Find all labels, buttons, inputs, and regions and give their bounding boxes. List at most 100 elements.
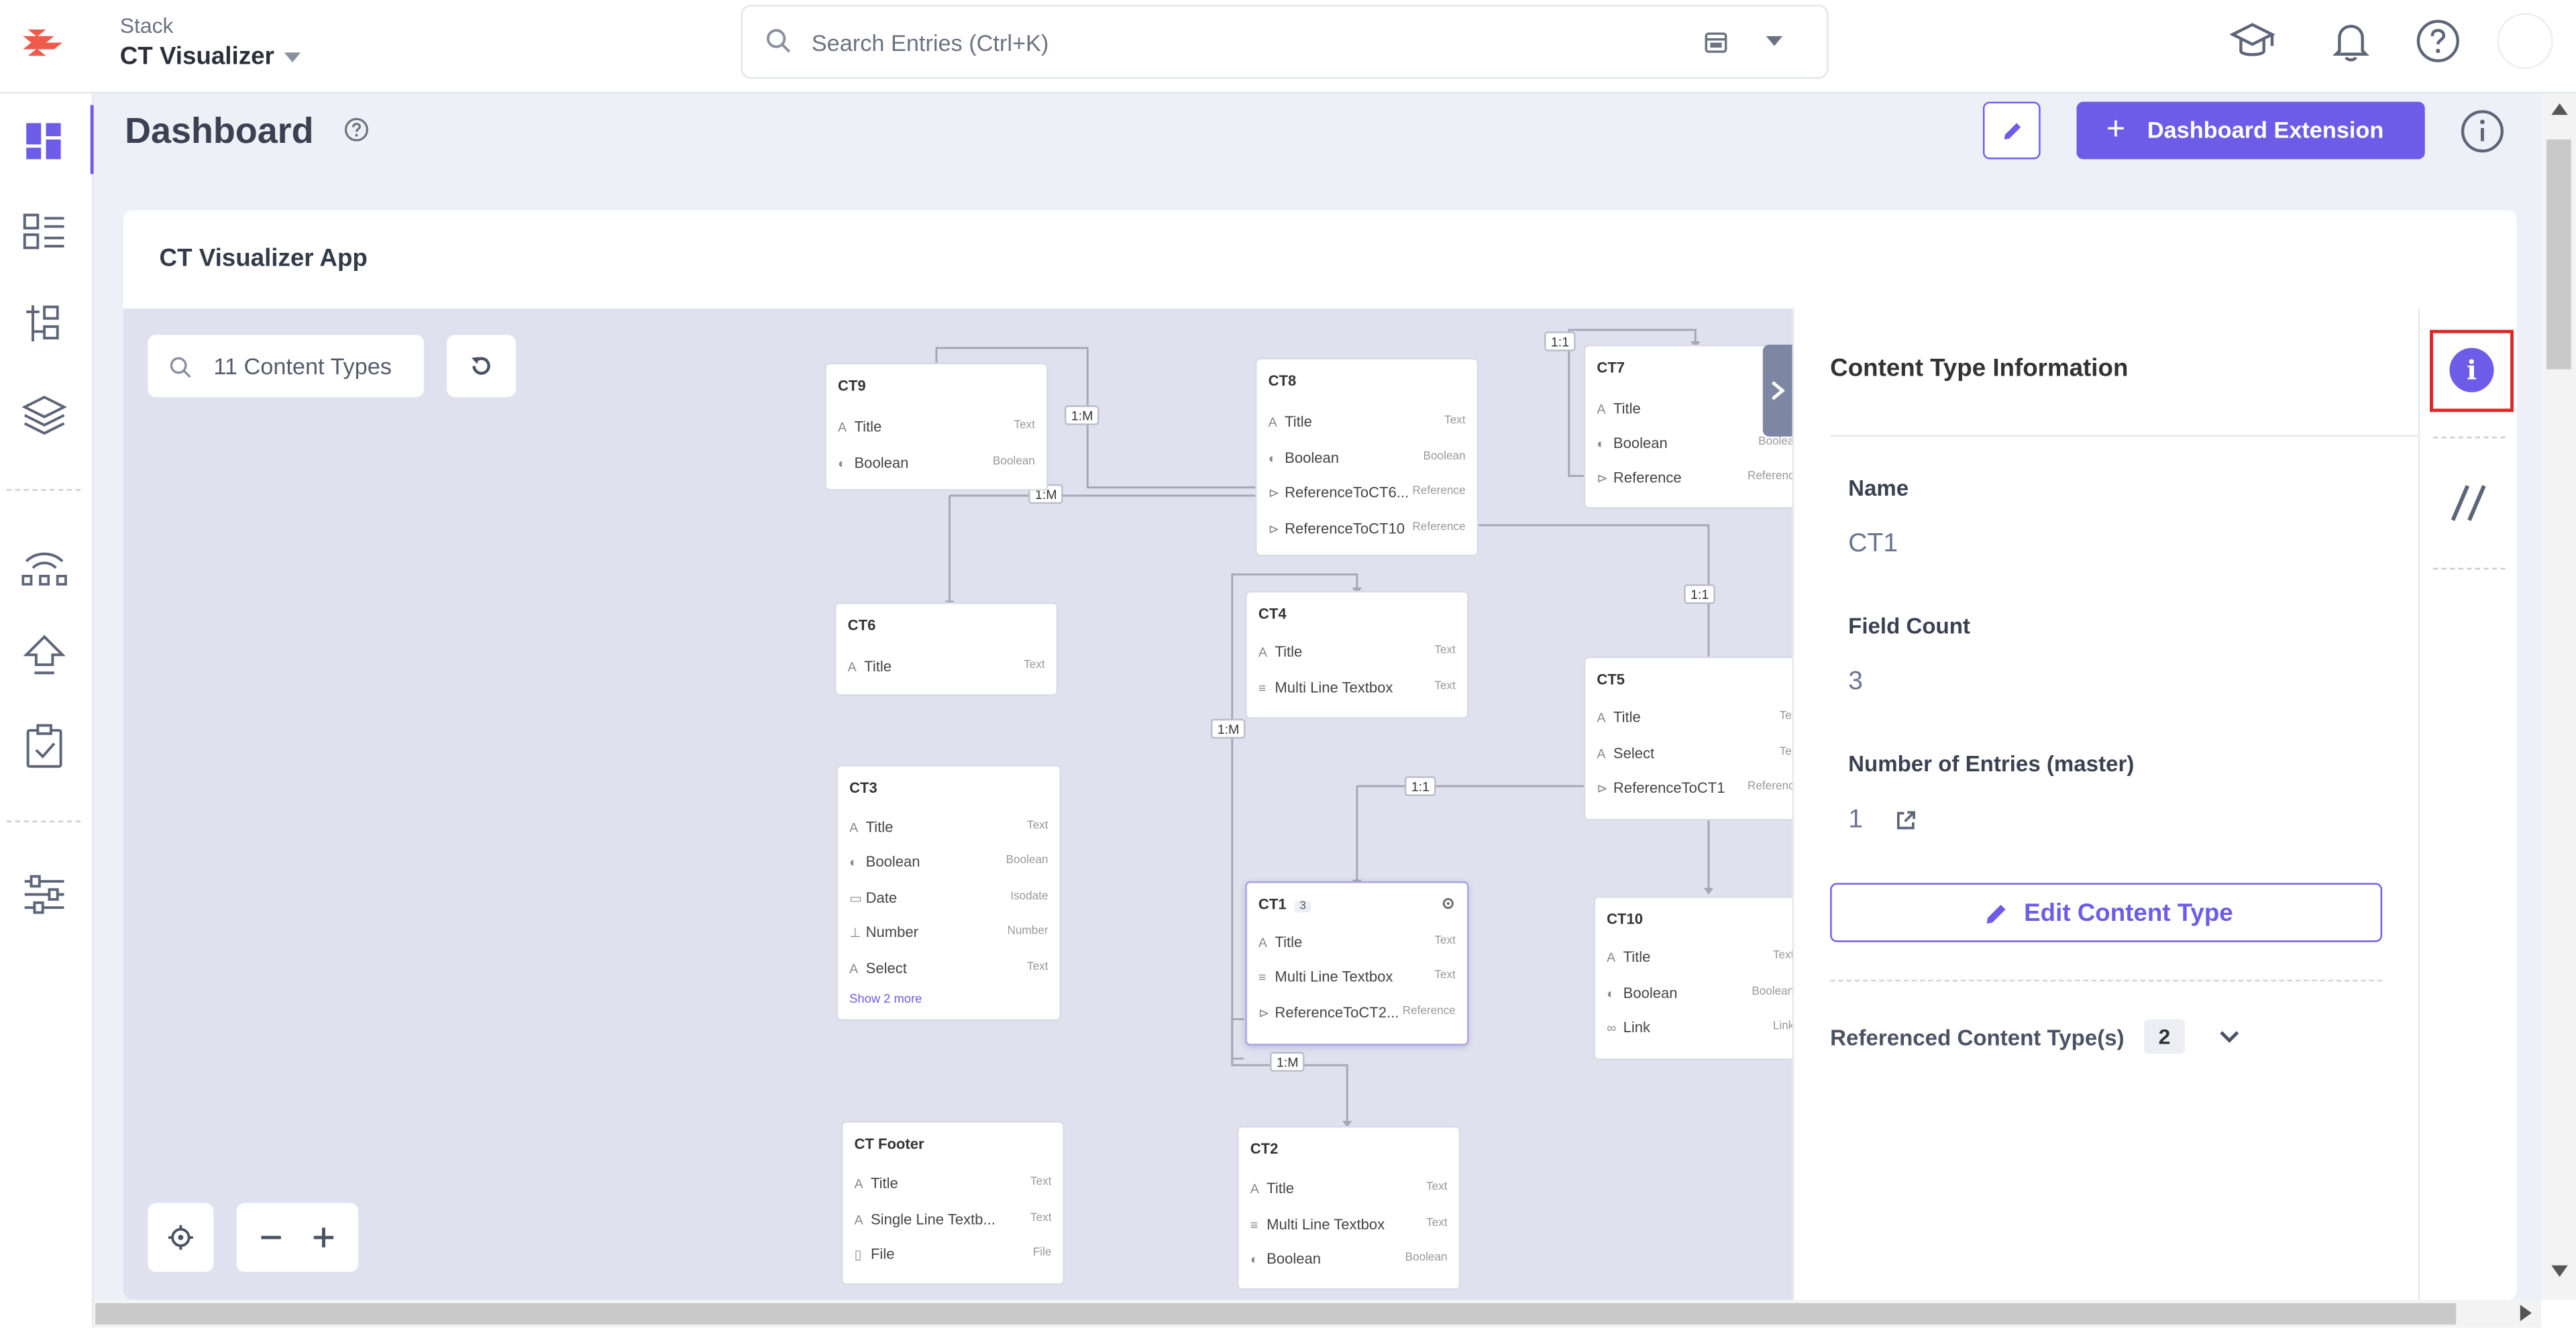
- external-link-icon[interactable]: [1894, 809, 1917, 832]
- edge-label: 1:1: [1404, 776, 1436, 796]
- app-card: CT Visualizer App 1:M 1:M 1:1 1:1 1:M 1:…: [123, 210, 2517, 1301]
- node-ct7[interactable]: CT7 ATitleText ◐BooleanBoolean ⊳Referenc…: [1583, 344, 1792, 509]
- edge-label: 1:M: [1064, 405, 1100, 425]
- chevron-down-icon[interactable]: [2218, 1029, 2241, 1045]
- node-title: CT1 3: [1258, 896, 1311, 913]
- zoom-out-icon[interactable]: [258, 1226, 284, 1249]
- referenced-count-badge: 2: [2143, 1019, 2186, 1054]
- edit-dashboard-button[interactable]: [1982, 101, 2041, 160]
- refresh-icon: [471, 357, 490, 375]
- info-icon[interactable]: [2459, 109, 2506, 155]
- scroll-down-arrow-icon[interactable]: [2551, 1265, 2568, 1277]
- zoom-in-icon[interactable]: [311, 1226, 337, 1249]
- node-ct2[interactable]: CT2 A Title Text ≡ Multi Line Textbox Text ◐…: [1237, 1125, 1461, 1290]
- edge-label: 1:M: [1210, 718, 1246, 739]
- info-tab-button[interactable]: i: [2430, 329, 2514, 412]
- global-search[interactable]: Search Entries (Ctrl+K): [741, 5, 1829, 79]
- node-field: ⊳ ReferenceToCT6... Reference: [1268, 484, 1466, 501]
- horizontal-scrollbar[interactable]: [93, 1300, 2542, 1328]
- edit-content-type-button[interactable]: Edit Content Type: [1830, 883, 2383, 942]
- layers-icon[interactable]: [16, 387, 72, 443]
- page-title: Dashboard: [125, 109, 314, 152]
- entries-icon[interactable]: [16, 203, 72, 259]
- stack-selector[interactable]: CT Visualizer: [119, 42, 301, 71]
- panel-divider: [1830, 435, 2418, 437]
- node-field: ◐BooleanBoolean: [1250, 1250, 1448, 1268]
- publish-icon[interactable]: [16, 628, 72, 684]
- node-ct6[interactable]: CT6 A Title Text: [835, 602, 1059, 696]
- calendar-icon[interactable]: [1704, 30, 1729, 54]
- reset-view-button[interactable]: [447, 335, 516, 398]
- avatar[interactable]: [2497, 13, 2553, 69]
- content-type-count: 11 Content Types: [213, 353, 392, 380]
- node-ct3[interactable]: CT3 A Title Text ◐ Boolean Boolean ▭ Date Isod…: [836, 765, 1062, 1021]
- node-field: ⊳ReferenceReference: [1597, 469, 1792, 486]
- help-icon[interactable]: [2414, 16, 2463, 65]
- search-icon: [170, 357, 191, 378]
- search-icon: [766, 29, 791, 53]
- content-type-search[interactable]: 11 Content Types: [148, 335, 424, 398]
- diagram-canvas[interactable]: 1:M 1:M 1:1 1:1 1:M 1:1 1:M CT9 A Title Te…: [123, 309, 1792, 1301]
- scroll-up-arrow-icon[interactable]: [2551, 103, 2568, 115]
- node-field: ≡ Multi Line Textbox Text: [1258, 679, 1456, 696]
- vertical-scroll-thumb[interactable]: [2546, 139, 2571, 370]
- node-ct4[interactable]: CT4 A Title Text ≡ Multi Line Textbox Text: [1245, 590, 1469, 719]
- card-title: CT Visualizer App: [159, 244, 368, 273]
- app-logo[interactable]: [19, 19, 66, 66]
- node-field: ≡ Multi Line Textbox Text: [1258, 968, 1456, 985]
- edge-label: 1:M: [1270, 1052, 1305, 1072]
- rail-divider: [2432, 436, 2506, 439]
- sidebar-divider: [6, 820, 81, 822]
- academy-icon[interactable]: [2228, 16, 2277, 65]
- edge-label: 1:1: [1544, 331, 1576, 351]
- node-ct9[interactable]: CT9 A Title Text ◐ Boolean Boolean: [824, 362, 1049, 491]
- node-field: ◐BooleanBoolean: [1607, 985, 1792, 1001]
- content-type-info-panel: Content Type Information Name CT1 Field …: [1792, 309, 2418, 1301]
- search-filter-dropdown-icon[interactable]: [1766, 36, 1783, 46]
- referenced-content-types-label: Referenced Content Type(s): [1830, 1026, 2125, 1051]
- settings-gear-icon[interactable]: [1441, 896, 1456, 911]
- node-ct-footer[interactable]: CT Footer A Title Text A Single Line Textb.…: [841, 1121, 1065, 1286]
- content-models-icon[interactable]: [16, 295, 72, 351]
- node-title: CT6: [847, 617, 876, 634]
- dashboard-extension-button[interactable]: + Dashboard Extension: [2076, 101, 2425, 160]
- recenter-button[interactable]: [148, 1203, 214, 1272]
- collapse-panel-button[interactable]: [1762, 344, 1792, 437]
- node-field: A Single Line Textb... Text: [854, 1211, 1052, 1228]
- node-field: ◐BooleanBoolean: [1597, 435, 1792, 451]
- node-field: ▯ File File: [854, 1246, 1052, 1262]
- info-icon: i: [2449, 347, 2494, 392]
- node-field: ATitleText: [1268, 413, 1466, 431]
- node-field: ▭ Date Isodate: [849, 889, 1049, 906]
- vertical-scrollbar[interactable]: [2541, 93, 2576, 1301]
- dashboard-extension-label: Dashboard Extension: [2147, 116, 2384, 143]
- tasks-icon[interactable]: [16, 719, 72, 775]
- node-title: CT2: [1250, 1140, 1279, 1158]
- search-input[interactable]: Search Entries (Ctrl+K): [812, 30, 1049, 56]
- stack-label: Stack: [119, 13, 174, 38]
- field-count-value: 3: [1848, 667, 1863, 696]
- node-field: ATitleText: [1250, 1180, 1448, 1197]
- top-bar: Stack CT Visualizer Search Entries (Ctrl…: [0, 0, 2576, 94]
- node-ct10[interactable]: CT10 A Title Text ◐ Boolean Boolean ∞ Link Lin…: [1593, 896, 1792, 1060]
- settings-sliders-icon[interactable]: [16, 867, 72, 922]
- stack-name: CT Visualizer: [119, 42, 274, 71]
- node-ct8[interactable]: CT8 A Title Text ◐ Boolean Boolean ⊳ Referenc…: [1255, 357, 1479, 557]
- question-icon[interactable]: [343, 117, 370, 143]
- deployments-icon[interactable]: [16, 537, 72, 592]
- dashboard-icon[interactable]: [16, 113, 72, 169]
- node-ct5[interactable]: CT5 ATitleText ASelectText ⊳ReferenceToC…: [1583, 656, 1792, 821]
- scroll-right-arrow-icon[interactable]: [2520, 1305, 2532, 1321]
- horizontal-scroll-thumb[interactable]: [95, 1303, 2457, 1325]
- show-more-link[interactable]: Show 2 more: [849, 991, 922, 1006]
- slashes-icon[interactable]: [2447, 480, 2493, 526]
- node-field: ATitleText: [847, 658, 1045, 675]
- node-title: CT10: [1607, 911, 1644, 928]
- node-title: CT5: [1597, 671, 1625, 688]
- node-field: ATitleText: [1258, 643, 1456, 660]
- bell-icon[interactable]: [2326, 16, 2375, 65]
- node-title: CT4: [1258, 605, 1287, 622]
- node-ct1[interactable]: CT1 3 A Title Text ≡ Multi Line Textbox Text …: [1245, 881, 1469, 1046]
- name-label: Name: [1848, 476, 1909, 501]
- pencil-icon: [1986, 904, 2006, 924]
